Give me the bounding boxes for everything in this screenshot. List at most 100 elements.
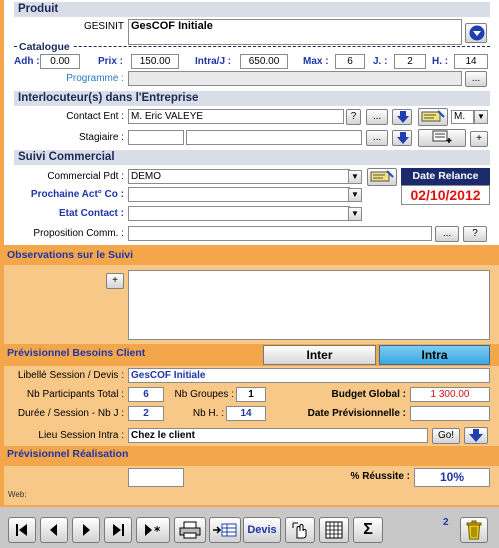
civilite-dropdown[interactable]: ▼ <box>474 110 488 124</box>
stagiaire-field-2[interactable] <box>186 130 362 145</box>
arrow-down-icon <box>397 132 409 144</box>
date-prev-field[interactable] <box>410 406 490 421</box>
reussite-field[interactable]: 10% <box>414 468 490 487</box>
svg-text:*: * <box>154 524 161 537</box>
observations-add-button[interactable]: + <box>106 273 124 289</box>
contact-field[interactable]: M. Eric VALEYE <box>128 109 344 124</box>
participants-label: Nb Participants Total : <box>26 389 124 400</box>
max-field[interactable]: 6 <box>335 54 365 69</box>
last-record-icon <box>113 524 124 536</box>
commercial-label: Commercial Pdt : <box>47 171 124 182</box>
stagiaire-browse-button[interactable]: ... <box>366 130 388 146</box>
participants-field[interactable]: 6 <box>128 387 164 402</box>
j-field[interactable]: 2 <box>394 54 426 69</box>
suivi-title: Suivi Commercial <box>18 151 115 163</box>
commercial-select[interactable]: DEMO <box>128 169 350 184</box>
commercial-card-button[interactable] <box>367 168 397 186</box>
list-add-icon <box>432 130 452 143</box>
budget-field[interactable]: 1 300.00 <box>410 387 490 402</box>
proposition-label: Proposition Comm. : <box>33 228 124 239</box>
date-relance-field[interactable]: 02/10/2012 <box>401 185 490 205</box>
contact-card-button[interactable] <box>418 108 448 126</box>
realisation-title: Prévisionnel Réalisation <box>4 446 499 466</box>
next-icon <box>83 524 90 536</box>
programme-field[interactable] <box>128 71 462 86</box>
proposition-browse-button[interactable]: ... <box>435 226 459 242</box>
rolodex-icon <box>370 170 394 182</box>
first-record-button[interactable] <box>8 517 36 543</box>
adh-field[interactable]: 0.00 <box>40 54 80 69</box>
devis-button[interactable]: Devis <box>243 517 281 543</box>
etat-contact-label: Etat Contact : <box>59 208 124 219</box>
prix-label: Prix : <box>98 56 124 67</box>
contact-browse-button[interactable]: ... <box>366 109 388 125</box>
groupes-label: Nb Groupes : <box>174 389 234 400</box>
libelle-field[interactable]: GesCOF Initiale <box>128 368 490 383</box>
intra-field[interactable]: 650.00 <box>240 54 288 69</box>
lieu-label: Lieu Session Intra : <box>38 430 124 441</box>
libelle-label: Libellé Session / Devis : <box>17 370 124 381</box>
observations-textarea[interactable] <box>128 270 490 340</box>
suivi-section-header: Suivi Commercial <box>14 150 490 165</box>
commercial-dropdown[interactable]: ▼ <box>348 170 362 184</box>
intra-label: Intra/J : <box>195 56 232 67</box>
gesinit-go-button[interactable] <box>465 23 487 43</box>
stagiaire-add-list-button[interactable] <box>418 129 466 147</box>
lieu-go-button[interactable]: Go! <box>432 428 460 444</box>
proposition-field[interactable] <box>128 226 432 241</box>
groupes-field[interactable]: 1 <box>236 387 266 402</box>
programme-browse-button[interactable]: ... <box>465 71 487 87</box>
observations-title: Observations sur le Suivi <box>4 245 499 265</box>
arrow-down-icon <box>469 429 483 442</box>
new-record-button[interactable]: * <box>136 517 170 543</box>
stagiaire-go-button[interactable] <box>392 130 412 146</box>
h-field[interactable]: 14 <box>454 54 488 69</box>
catalogue-title: Catalogue <box>17 41 72 53</box>
previous-record-button[interactable] <box>40 517 68 543</box>
duree-field[interactable]: 2 <box>128 406 164 421</box>
trash-icon <box>466 520 482 540</box>
gesinit-label: GESINIT <box>83 21 124 32</box>
contact-label: Contact Ent : <box>66 111 124 122</box>
print-button[interactable] <box>174 517 206 543</box>
civilite-select[interactable]: M. <box>451 110 474 124</box>
next-record-button[interactable] <box>72 517 100 543</box>
export-table-icon <box>213 523 237 537</box>
last-record-button[interactable] <box>104 517 132 543</box>
max-label: Max : <box>303 56 329 67</box>
catalogue-divider <box>14 46 490 47</box>
prix-field[interactable]: 150.00 <box>131 54 179 69</box>
select-pointer-button[interactable] <box>285 517 315 543</box>
etat-contact-select[interactable] <box>128 206 350 221</box>
nbh-label: Nb H. : <box>192 408 224 419</box>
lieu-arrow-button[interactable] <box>464 427 488 444</box>
prochaine-action-select[interactable] <box>128 187 350 202</box>
delete-button[interactable] <box>460 517 488 543</box>
tab-inter[interactable]: Inter <box>263 345 376 365</box>
contact-help-button[interactable]: ? <box>346 109 361 125</box>
export-table-button[interactable] <box>209 517 241 543</box>
new-record-icon: * <box>145 524 161 538</box>
j-label: J. : <box>373 56 388 67</box>
budget-label: Budget Global : <box>331 389 406 400</box>
sum-button[interactable]: Σ <box>353 517 383 543</box>
realisation-field[interactable] <box>128 468 184 487</box>
grid-view-button[interactable] <box>319 517 349 543</box>
interlocuteurs-section-header: Interlocuteur(s) dans l'Entreprise <box>14 91 490 106</box>
contact-go-button[interactable] <box>392 109 412 125</box>
lieu-field[interactable]: Chez le client <box>128 428 428 443</box>
prochaine-action-dropdown[interactable]: ▼ <box>348 188 362 202</box>
duree-label: Durée / Session - Nb J : <box>17 408 124 419</box>
etat-contact-dropdown[interactable]: ▼ <box>348 207 362 221</box>
arrow-down-icon <box>469 25 485 41</box>
gesinit-field[interactable]: GesCOF Initiale <box>128 19 462 45</box>
produit-section-header: Produit <box>14 2 490 17</box>
stagiaire-plus-button[interactable]: + <box>470 131 488 147</box>
adh-label: Adh : <box>14 56 40 67</box>
rolodex-icon <box>421 110 445 122</box>
stagiaire-field-1[interactable] <box>128 130 184 145</box>
proposition-help-button[interactable]: ? <box>463 226 487 242</box>
reussite-label: % Réussite : <box>350 471 410 482</box>
nbh-field[interactable]: 14 <box>226 406 266 421</box>
tab-intra[interactable]: Intra <box>379 345 490 365</box>
